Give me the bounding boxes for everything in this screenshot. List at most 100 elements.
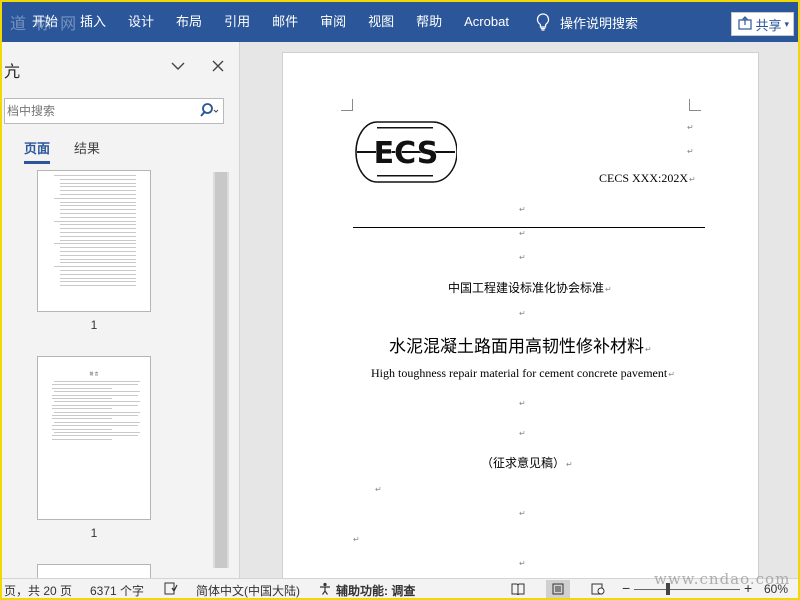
- tab-layout[interactable]: 布局: [165, 2, 213, 42]
- nav-scrollbar[interactable]: [213, 172, 229, 568]
- thumbnail-text-line: [52, 428, 112, 430]
- thumbnail-text-line: [52, 384, 138, 386]
- thumbnail-text-line: [60, 216, 136, 218]
- tab-view[interactable]: 视图: [357, 2, 405, 42]
- page-count[interactable]: 页，共 20 页: [4, 582, 72, 598]
- accessibility-status[interactable]: 辅助功能: 调查: [336, 582, 415, 598]
- nav-pane-title: 亢: [4, 64, 21, 81]
- proofing-icon[interactable]: [164, 582, 178, 598]
- thumbnail-text-line: [52, 394, 138, 396]
- thumbnail-text-line: [52, 415, 138, 416]
- nav-search-box[interactable]: [4, 98, 224, 124]
- thumbnail-text-line: [54, 381, 140, 382]
- close-icon[interactable]: [208, 56, 228, 76]
- thumbnail-text-line: [60, 251, 136, 252]
- lightbulb-icon: [532, 11, 554, 33]
- ecs-logo: ECS: [355, 121, 457, 183]
- thumbnail-text-line: [60, 285, 136, 287]
- thumbnail-text-line: [60, 182, 136, 184]
- zoom-in-button[interactable]: +: [744, 580, 752, 596]
- thumbnail-text-line: [54, 432, 140, 433]
- tab-mailings[interactable]: 邮件: [261, 2, 309, 42]
- thumbnail-text-line: [60, 262, 136, 264]
- tab-review[interactable]: 审阅: [309, 2, 357, 42]
- accessibility-icon: [318, 582, 332, 598]
- thumbnail-text-line: [60, 277, 136, 279]
- read-mode-view-icon[interactable]: [506, 580, 530, 598]
- thumbnail-text-line: [60, 247, 136, 249]
- tab-home[interactable]: 开始: [2, 2, 69, 42]
- tab-insert[interactable]: 插入: [69, 2, 117, 42]
- tell-me-search[interactable]: 操作说明搜索: [520, 11, 638, 33]
- zoom-slider-thumb[interactable]: [666, 583, 670, 595]
- paragraph-mark: ↵: [519, 229, 526, 238]
- scrollbar-thumb[interactable]: [215, 172, 227, 568]
- thumbnail-text-line: [52, 435, 138, 437]
- page-thumbnail[interactable]: [37, 170, 151, 312]
- zoom-slider[interactable]: [634, 589, 740, 590]
- nav-search-input[interactable]: [5, 104, 185, 118]
- thumbnail-text-line: [54, 401, 140, 403]
- page-thumbnail[interactable]: 前 言: [37, 356, 151, 520]
- share-button[interactable]: 共享 ▾: [731, 12, 794, 36]
- language-indicator[interactable]: 简体中文(中国大陆): [196, 582, 300, 598]
- thumbnail-text-line: [54, 411, 140, 413]
- document-page[interactable]: ECS CECS XXX:202X↵ 中国工程建设标准化协会标准↵ 水泥混凝土路…: [282, 52, 759, 592]
- word-window: 开始 插入 设计 布局 引用 邮件 审阅 视图 帮助 Acrobat 操作说明搜…: [2, 2, 798, 598]
- print-layout-view-icon[interactable]: [546, 580, 570, 598]
- status-bar: 页，共 20 页 6371 个字 简体中文(中国大陆) 辅助功能: 调查 − +…: [2, 578, 798, 598]
- thumbnail-text-line: [60, 201, 136, 203]
- share-label: 共享: [755, 17, 782, 33]
- tab-acrobat[interactable]: Acrobat: [453, 2, 520, 42]
- thumbnail-text-line: [60, 270, 136, 271]
- thumbnail-text-line: [60, 239, 136, 241]
- thumbnail-text-line: [60, 224, 136, 226]
- thumbnail-text-line: [60, 235, 136, 237]
- tab-design[interactable]: 设计: [117, 2, 165, 42]
- ribbon-tab-bar: 开始 插入 设计 布局 引用 邮件 审阅 视图 帮助 Acrobat 操作说明搜…: [2, 2, 798, 42]
- paragraph-mark: ↵: [519, 559, 526, 568]
- thumbnail-text-line: [54, 175, 136, 176]
- thumbnail-text-line: [54, 421, 140, 423]
- document-title-en: High toughness repair material for cemen…: [371, 366, 675, 380]
- paragraph-mark: ↵: [519, 399, 526, 408]
- chevron-down-icon[interactable]: [168, 56, 188, 76]
- crop-mark: [341, 99, 353, 111]
- ecs-logo-text: ECS: [374, 136, 439, 171]
- tab-help[interactable]: 帮助: [405, 2, 453, 42]
- thumbnail-text-line: [60, 194, 136, 195]
- thumbnail-text-line: [52, 418, 112, 420]
- tab-references[interactable]: 引用: [213, 2, 261, 42]
- standard-code: CECS XXX:202X↵: [599, 171, 696, 185]
- document-scrollbar[interactable]: [788, 42, 798, 578]
- thumbnail-text-line: [52, 425, 138, 427]
- header-rule: [353, 227, 705, 228]
- thumbnail-text-line: [60, 190, 136, 192]
- search-icon[interactable]: [199, 102, 219, 120]
- thumbnail-text-line: [60, 258, 136, 260]
- tab-results[interactable]: 结果: [74, 138, 100, 164]
- thumbnail-text-line: [60, 213, 136, 214]
- zoom-level[interactable]: 60%: [764, 582, 788, 596]
- draft-status-note: （征求意见稿）↵: [481, 456, 573, 470]
- crop-mark: [689, 99, 701, 111]
- word-count[interactable]: 6371 个字: [90, 582, 144, 598]
- page-thumbnail[interactable]: [37, 564, 151, 578]
- thumbnail-text-line: [54, 197, 136, 199]
- paragraph-mark: ↵: [519, 509, 526, 518]
- tab-pages[interactable]: 页面: [24, 138, 51, 164]
- thumbnail-text-line: [60, 232, 136, 233]
- paragraph-mark: ↵: [519, 205, 526, 214]
- paragraph-mark: ↵: [353, 535, 360, 544]
- web-layout-view-icon[interactable]: [586, 580, 610, 598]
- association-name: 中国工程建设标准化协会标准↵: [448, 281, 612, 295]
- thumbnail-text-line: [60, 178, 136, 180]
- navigation-pane: 亢 页面 结果 1 前 言 1: [2, 42, 240, 578]
- document-title-cn: 水泥混凝土路面用高韧性修补材料↵: [389, 337, 652, 356]
- thumbnail-text-line: [60, 205, 136, 207]
- thumbnail-page-label: 1: [90, 526, 98, 540]
- zoom-out-button[interactable]: −: [622, 580, 630, 596]
- thumbnail-text-line: [54, 220, 136, 222]
- paragraph-mark: ↵: [519, 429, 526, 438]
- paragraph-mark: ↵: [375, 485, 382, 494]
